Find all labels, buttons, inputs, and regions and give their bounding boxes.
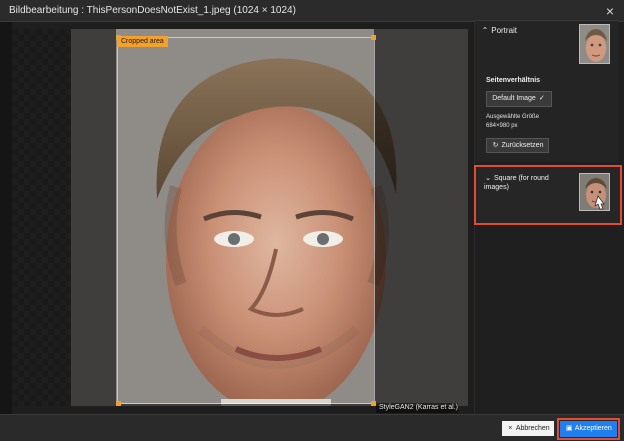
square-thumbnail-image xyxy=(580,174,609,210)
square-preset-header[interactable]: ⌄ Square (for round images) xyxy=(484,174,574,192)
crop-dim-right xyxy=(374,29,468,406)
reset-label: Zurücksetzen xyxy=(501,142,544,149)
title-bar: Bildbearbeitung : ThisPersonDoesNotExist… xyxy=(0,0,624,22)
crop-frame[interactable] xyxy=(117,37,375,404)
accept-label: Akzeptieren xyxy=(574,425,612,432)
default-image-button[interactable]: Default Image ✓ xyxy=(486,91,552,107)
crop-handle-top-left[interactable] xyxy=(116,35,121,40)
cancel-button[interactable]: × Abbrechen xyxy=(502,421,554,436)
square-preset-label: Square (for round images) xyxy=(484,175,549,191)
portrait-preset-header[interactable]: ⌃ Portrait xyxy=(481,26,517,35)
portrait-thumbnail[interactable] xyxy=(579,24,610,64)
window-title: Bildbearbeitung : ThisPersonDoesNotExist… xyxy=(9,5,296,16)
chevron-down-icon: ⌄ xyxy=(485,175,491,182)
left-edge xyxy=(0,22,12,414)
check-icon: ✓ xyxy=(538,95,545,102)
portrait-preset-label: Portrait xyxy=(491,26,518,35)
image-credit: StyleGAN2 (Karras et al.) xyxy=(376,403,458,413)
selected-size-value: 684×980 px xyxy=(486,123,518,129)
save-icon: ▣ xyxy=(565,425,573,432)
crop-handle-top-right[interactable] xyxy=(371,35,376,40)
image-editor-modal: Bildbearbeitung : ThisPersonDoesNotExist… xyxy=(0,0,624,441)
square-thumbnail[interactable] xyxy=(579,173,610,211)
crop-dim-bottom xyxy=(116,404,374,406)
accept-button[interactable]: ▣ Akzeptieren xyxy=(560,421,617,437)
close-icon: × xyxy=(508,425,513,432)
crop-handle-bottom-left[interactable] xyxy=(116,401,121,406)
reset-button[interactable]: ↻ Zurücksetzen xyxy=(486,138,549,153)
crop-area-label: Cropped area xyxy=(117,36,168,47)
chevron-up-icon: ⌃ xyxy=(481,26,489,35)
selected-size-label: Ausgewählte Größe xyxy=(486,114,540,120)
crop-dim-left xyxy=(71,29,116,406)
crop-stage[interactable]: Cropped area xyxy=(12,29,468,406)
close-icon[interactable]: × xyxy=(602,3,618,19)
aspect-ratio-title: Seitenverhältnis xyxy=(486,77,541,84)
default-image-label: Default Image xyxy=(492,95,536,102)
portrait-thumbnail-image xyxy=(580,25,609,63)
refresh-icon: ↻ xyxy=(492,142,499,149)
cancel-label: Abbrechen xyxy=(515,425,550,432)
